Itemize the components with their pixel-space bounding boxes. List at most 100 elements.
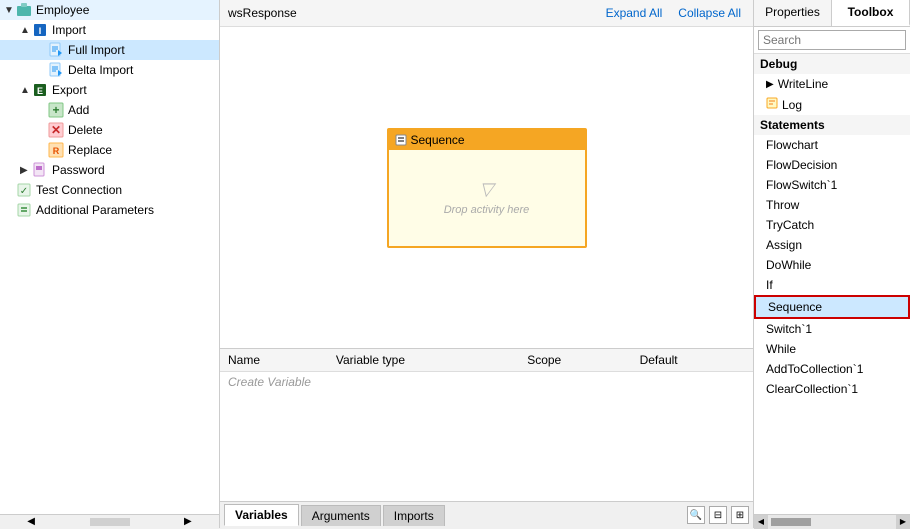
svg-text:I: I: [39, 26, 42, 36]
scroll-left-arrow[interactable]: ◀: [754, 515, 768, 529]
toolbox-item-while[interactable]: While: [754, 339, 910, 359]
svg-text:E: E: [37, 86, 43, 96]
toolbox-item-sequence[interactable]: Sequence: [754, 295, 910, 319]
tab-imports[interactable]: Imports: [383, 505, 445, 526]
sequence-title-icon: [395, 134, 407, 146]
col-default: Default: [632, 349, 753, 372]
expand-arrow-password[interactable]: ▶: [20, 165, 30, 176]
toolbox-item-assign[interactable]: Assign: [754, 235, 910, 255]
tab-arguments[interactable]: Arguments: [301, 505, 381, 526]
flowdecision-label: FlowDecision: [766, 158, 837, 172]
sidebar-item-export[interactable]: ▲ E Export: [0, 80, 219, 100]
sidebar-scroll-left[interactable]: ◀: [27, 516, 35, 527]
toolbox-item-log[interactable]: Log: [754, 94, 910, 115]
sidebar-item-password[interactable]: ▶ Password: [0, 160, 219, 180]
variable-table-container: Name Variable type Scope Default Create …: [220, 349, 753, 501]
toolbox-item-addtocollection[interactable]: AddToCollection`1: [754, 359, 910, 379]
create-variable-cell[interactable]: Create Variable: [220, 372, 753, 393]
toolbox-item-dowhile[interactable]: DoWhile: [754, 255, 910, 275]
svg-text:+: +: [52, 103, 59, 117]
sidebar-label-delta-import: Delta Import: [68, 63, 133, 77]
sidebar: ▼ Employee ▲ I Import Full Import Delta …: [0, 0, 220, 528]
sidebar-label-test-connection: Test Connection: [36, 183, 122, 197]
design-canvas[interactable]: Sequence ▽ Drop activity here: [220, 27, 753, 348]
trycatch-label: TryCatch: [766, 218, 814, 232]
sidebar-label-export: Export: [52, 83, 87, 97]
search-container: [754, 27, 910, 54]
sequence-drop-area[interactable]: ▽ Drop activity here: [428, 150, 546, 246]
export-icon: E: [32, 82, 48, 98]
scroll-track[interactable]: [768, 515, 896, 529]
expand-arrow-export[interactable]: ▲: [20, 85, 30, 96]
expand-arrow-delete: [36, 125, 46, 136]
toolbar: wsResponse Expand All Collapse All: [220, 0, 753, 27]
col-scope: Scope: [519, 349, 631, 372]
variable-table: Name Variable type Scope Default Create …: [220, 349, 753, 392]
sidebar-label-import: Import: [52, 23, 86, 37]
sidebar-item-test-connection[interactable]: ✓ Test Connection: [0, 180, 219, 200]
drop-arrow-icon: ▽: [480, 179, 494, 200]
col-name: Name: [220, 349, 328, 372]
toolbox-list: Debug ▶ WriteLine Log Statements Flowcha…: [754, 54, 910, 514]
tab-toolbox[interactable]: Toolbox: [832, 0, 910, 26]
toolbox-item-throw[interactable]: Throw: [754, 195, 910, 215]
expand-all-button[interactable]: Expand All: [602, 6, 667, 20]
toolbox-item-writeline[interactable]: ▶ WriteLine: [754, 74, 910, 94]
drop-hint-text: Drop activity here: [444, 204, 530, 216]
section-debug: Debug: [754, 54, 910, 74]
variable-panel: Name Variable type Scope Default Create …: [220, 348, 753, 528]
throw-label: Throw: [766, 198, 799, 212]
tab-variables[interactable]: Variables: [224, 504, 299, 526]
toolbox-item-flowswitch[interactable]: FlowSwitch`1: [754, 175, 910, 195]
add-icon: +: [48, 102, 64, 118]
sidebar-label-replace: Replace: [68, 143, 112, 157]
log-icon: [766, 97, 778, 112]
sidebar-label-delete: Delete: [68, 123, 103, 137]
sidebar-item-replace[interactable]: R Replace: [0, 140, 219, 160]
password-icon: [32, 162, 48, 178]
create-variable-row[interactable]: Create Variable: [220, 372, 753, 393]
expand-arrow-additional: [4, 205, 14, 216]
main-area: wsResponse Expand All Collapse All Seque…: [220, 0, 753, 528]
toolbox-item-clearcollection[interactable]: ClearCollection`1: [754, 379, 910, 399]
import-icon: I: [32, 22, 48, 38]
right-panel-tabs: Properties Toolbox: [754, 0, 910, 27]
additional-parameters-icon: [16, 202, 32, 218]
sidebar-item-import[interactable]: ▲ I Import: [0, 20, 219, 40]
sidebar-item-delete[interactable]: ✕ Delete: [0, 120, 219, 140]
expand-arrow-add: [36, 105, 46, 116]
zoom-out-button[interactable]: ⊟: [709, 506, 727, 524]
toolbox-item-trycatch[interactable]: TryCatch: [754, 215, 910, 235]
sidebar-item-full-import[interactable]: Full Import: [0, 40, 219, 60]
tab-properties[interactable]: Properties: [754, 0, 832, 26]
expand-arrow-replace: [36, 145, 46, 156]
toolbox-item-flowdecision[interactable]: FlowDecision: [754, 155, 910, 175]
svg-text:✕: ✕: [51, 123, 61, 137]
dowhile-label: DoWhile: [766, 258, 811, 272]
expand-arrow-import[interactable]: ▲: [20, 25, 30, 36]
zoom-in-button[interactable]: ⊞: [731, 506, 749, 524]
flowswitch-label: FlowSwitch`1: [766, 178, 837, 192]
sidebar-item-delta-import[interactable]: Delta Import: [0, 60, 219, 80]
collapse-all-button[interactable]: Collapse All: [674, 6, 745, 20]
flowchart-label: Flowchart: [766, 138, 818, 152]
sidebar-item-employee[interactable]: ▼ Employee: [0, 0, 219, 20]
expand-arrow-employee[interactable]: ▼: [4, 5, 14, 16]
search-variables-button[interactable]: 🔍: [687, 506, 705, 524]
sidebar-scroll-indicator: [90, 518, 130, 526]
toolbox-item-flowchart[interactable]: Flowchart: [754, 135, 910, 155]
right-panel: Properties Toolbox Debug ▶ WriteLine Log…: [753, 0, 910, 528]
sidebar-scroll-right[interactable]: ▶: [184, 516, 192, 527]
if-label: If: [766, 278, 773, 292]
clearcollection-label: ClearCollection`1: [766, 382, 858, 396]
test-connection-icon: ✓: [16, 182, 32, 198]
sidebar-bottom-bar: ◀ ▶: [0, 514, 219, 528]
scroll-right-arrow[interactable]: ▶: [896, 515, 910, 529]
sidebar-item-add[interactable]: + Add: [0, 100, 219, 120]
search-input[interactable]: [758, 30, 906, 50]
toolbox-item-switch1[interactable]: Switch`1: [754, 319, 910, 339]
sequence-label: Sequence: [768, 300, 822, 314]
sidebar-item-additional-parameters[interactable]: Additional Parameters: [0, 200, 219, 220]
toolbox-item-if[interactable]: If: [754, 275, 910, 295]
expand-arrow-delta-import: [36, 65, 46, 76]
